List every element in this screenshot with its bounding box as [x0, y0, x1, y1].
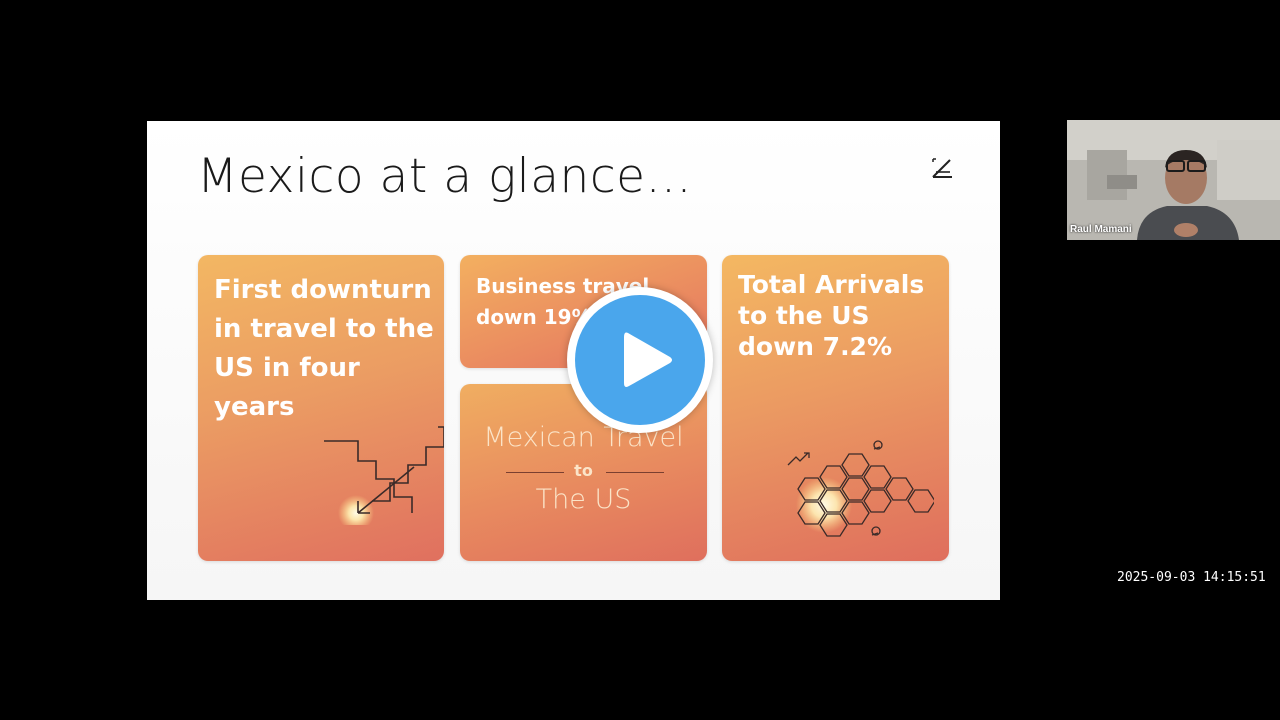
play-icon — [624, 332, 672, 387]
participant-name: Raul Mamani — [1070, 224, 1132, 235]
card-first-downturn: First downturn in travel to the US in fo… — [198, 255, 444, 561]
participant-video — [1067, 120, 1280, 240]
play-button-circle — [575, 295, 705, 425]
webcam-video: Raul Mamani — [1067, 120, 1280, 240]
card-subheading: The US — [535, 484, 632, 515]
card-connector: to — [574, 461, 593, 480]
card-text: Total Arrivals to the US down 7.2% — [738, 270, 925, 361]
divider — [606, 472, 664, 473]
play-button[interactable] — [567, 287, 713, 433]
card-total-arrivals: Total Arrivals to the US down 7.2% — [722, 255, 949, 561]
card-heading: Mexican Travel — [483, 422, 684, 453]
descending-stairs-icon — [324, 426, 444, 525]
hexagon-network-icon — [787, 440, 934, 537]
slide-title: Mexico at a glance... — [197, 149, 692, 204]
recording-timestamp: 2025-09-03 14:15:51 — [1117, 570, 1266, 585]
pen-logo-icon — [932, 158, 952, 178]
card-text: First downturn in travel to the US in fo… — [214, 275, 434, 422]
